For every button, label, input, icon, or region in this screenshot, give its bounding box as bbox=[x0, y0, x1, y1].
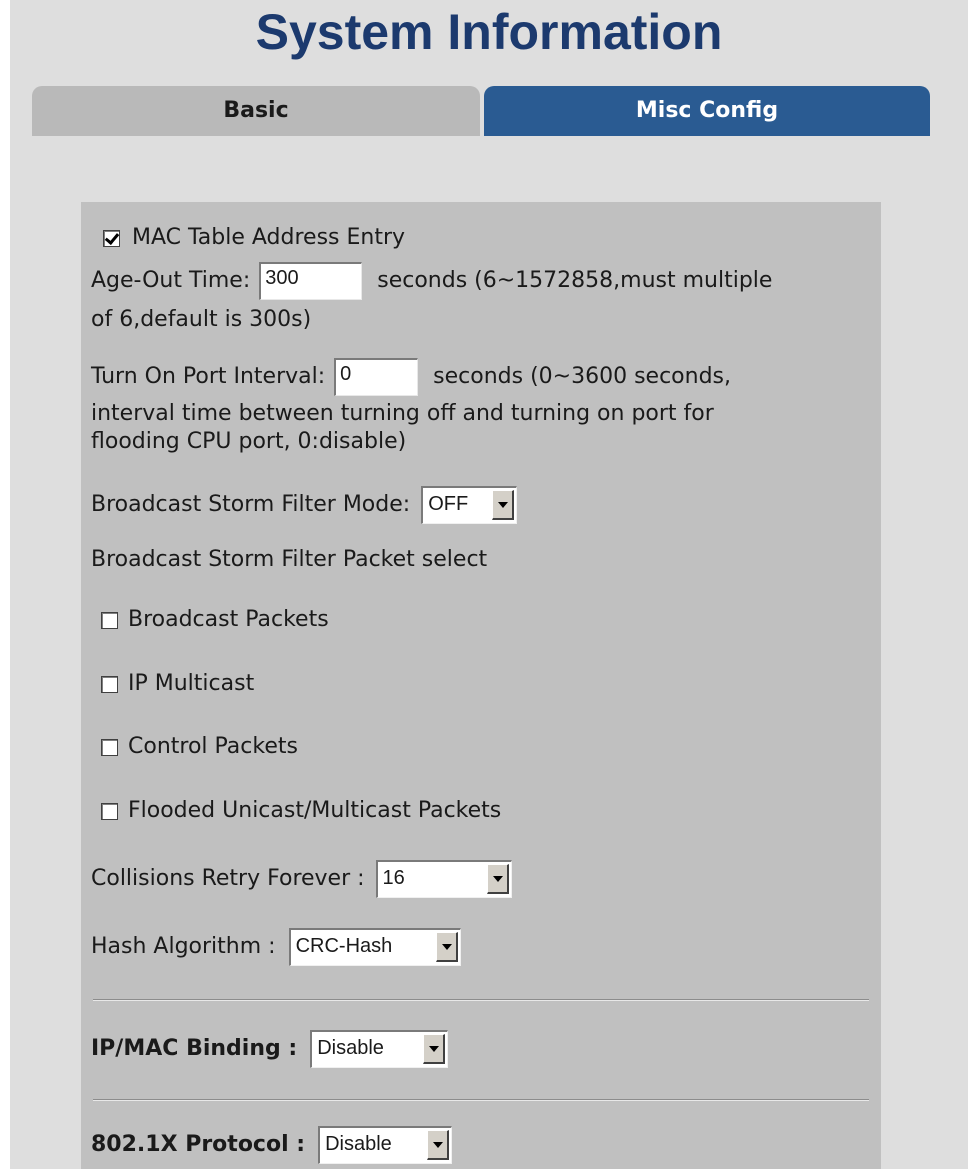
storm-packet-heading: Broadcast Storm Filter Packet select bbox=[91, 546, 487, 574]
dot1x-label: 802.1X Protocol : bbox=[91, 1132, 306, 1157]
age-out-hint-row-2: of 6,default is 300s) bbox=[91, 306, 311, 334]
chevron-down-icon[interactable] bbox=[486, 864, 509, 894]
collisions-select[interactable]: 16 bbox=[375, 860, 512, 898]
storm-mode-value: OFF bbox=[428, 493, 469, 515]
port-interval-hint: seconds (0~3600 seconds, bbox=[433, 364, 731, 389]
hash-value: CRC-Hash bbox=[295, 935, 393, 957]
dot1x-row: 802.1X Protocol : Disable bbox=[91, 1126, 453, 1164]
port-interval-hint-2: interval time between turning off and tu… bbox=[91, 401, 714, 426]
divider bbox=[93, 999, 869, 1001]
ip-multicast-label: IP Multicast bbox=[128, 671, 255, 696]
port-interval-hint-row-3: flooding CPU port, 0:disable) bbox=[91, 428, 406, 456]
flooded-packets-label: Flooded Unicast/Multicast Packets bbox=[128, 798, 502, 823]
collisions-label: Collisions Retry Forever : bbox=[91, 866, 365, 891]
storm-mode-row: Broadcast Storm Filter Mode: OFF bbox=[91, 486, 518, 524]
age-out-hint-2: of 6,default is 300s) bbox=[91, 307, 312, 332]
dot1x-select[interactable]: Disable bbox=[318, 1126, 453, 1164]
flooded-packets-checkbox[interactable] bbox=[101, 802, 118, 820]
misc-config-panel: MAC Table Address Entry Age-Out Time: 30… bbox=[81, 202, 881, 1169]
ip-mac-binding-row: IP/MAC Binding : Disable bbox=[91, 1030, 449, 1068]
ip-mac-binding-label: IP/MAC Binding : bbox=[91, 1036, 298, 1061]
storm-mode-label: Broadcast Storm Filter Mode: bbox=[91, 492, 411, 517]
broadcast-packets-checkbox[interactable] bbox=[101, 611, 118, 629]
storm-mode-select[interactable]: OFF bbox=[421, 486, 518, 524]
hash-row: Hash Algorithm : CRC-Hash bbox=[91, 928, 461, 966]
mac-table-checkbox[interactable] bbox=[103, 229, 120, 247]
chevron-down-icon[interactable] bbox=[427, 1130, 450, 1160]
port-interval-label: Turn On Port Interval: bbox=[91, 364, 326, 389]
dot1x-value: Disable bbox=[325, 1133, 392, 1155]
broadcast-packets-label: Broadcast Packets bbox=[128, 607, 329, 632]
ip-mac-binding-value: Disable bbox=[317, 1037, 384, 1059]
ip-multicast-checkbox[interactable] bbox=[101, 675, 118, 693]
packet-option-ip-multicast: IP Multicast bbox=[101, 670, 254, 698]
port-interval-hint-3: flooding CPU port, 0:disable) bbox=[91, 429, 407, 454]
packet-option-broadcast: Broadcast Packets bbox=[101, 606, 329, 634]
chevron-down-icon[interactable] bbox=[435, 932, 458, 962]
port-interval-row: Turn On Port Interval: 0 seconds (0~3600… bbox=[91, 358, 731, 396]
age-out-hint: seconds (6~1572858,must multiple bbox=[377, 268, 773, 293]
packet-option-flooded: Flooded Unicast/Multicast Packets bbox=[101, 797, 501, 825]
divider bbox=[93, 1099, 869, 1101]
storm-packet-label: Broadcast Storm Filter Packet select bbox=[91, 547, 488, 572]
collisions-row: Collisions Retry Forever : 16 bbox=[91, 860, 512, 898]
chevron-down-icon[interactable] bbox=[423, 1034, 446, 1064]
page-title: System Information bbox=[255, 4, 723, 60]
age-out-input[interactable]: 300 bbox=[259, 262, 363, 300]
age-out-label: Age-Out Time: bbox=[91, 268, 251, 293]
ip-mac-binding-select[interactable]: Disable bbox=[310, 1030, 449, 1068]
tab-basic[interactable]: Basic bbox=[32, 86, 480, 136]
hash-select[interactable]: CRC-Hash bbox=[288, 928, 461, 966]
tab-bar: Basic Misc Config bbox=[32, 86, 930, 136]
mac-table-row: MAC Table Address Entry bbox=[103, 224, 405, 252]
control-packets-checkbox[interactable] bbox=[101, 738, 118, 756]
collisions-value: 16 bbox=[382, 867, 405, 889]
tab-misc-config[interactable]: Misc Config bbox=[484, 86, 930, 136]
port-interval-hint-row-2: interval time between turning off and tu… bbox=[91, 400, 714, 428]
chevron-down-icon[interactable] bbox=[492, 490, 515, 520]
hash-label: Hash Algorithm : bbox=[91, 934, 276, 959]
packet-option-control: Control Packets bbox=[101, 733, 298, 761]
mac-table-label: MAC Table Address Entry bbox=[132, 225, 406, 250]
age-out-row: Age-Out Time: 300 seconds (6~1572858,mus… bbox=[91, 262, 772, 300]
control-packets-label: Control Packets bbox=[128, 734, 298, 759]
port-interval-input[interactable]: 0 bbox=[334, 358, 419, 396]
